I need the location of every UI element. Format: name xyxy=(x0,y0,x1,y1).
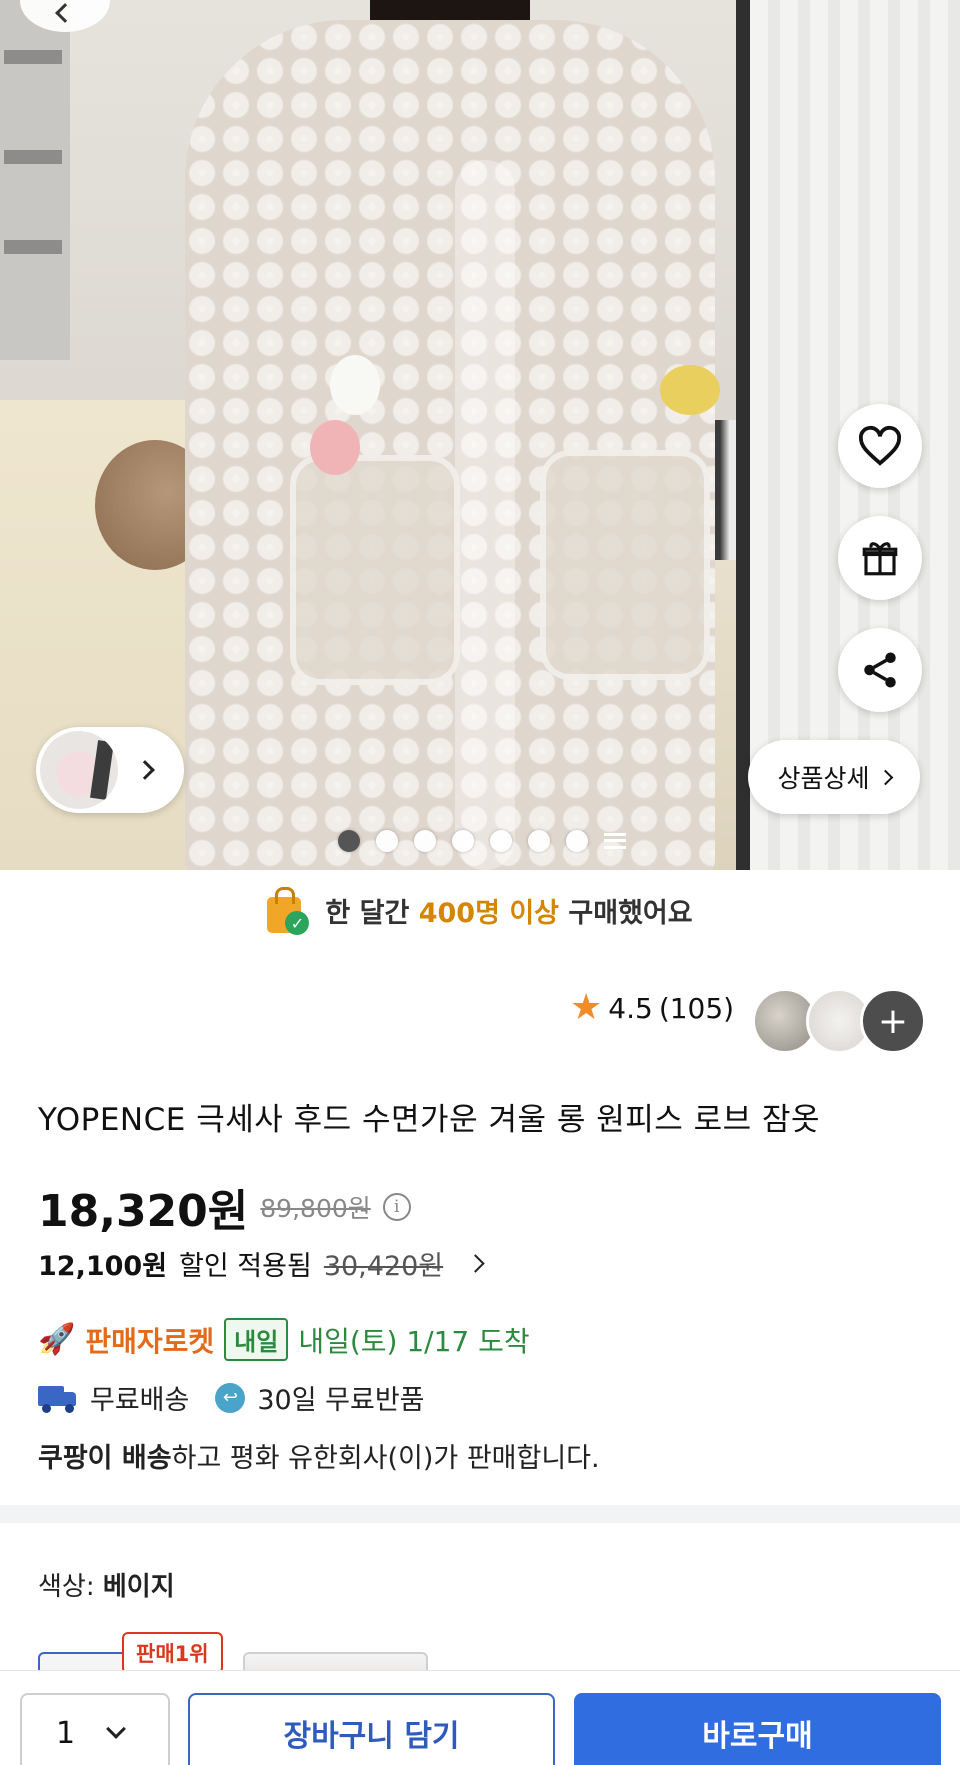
chevron-right-icon xyxy=(135,760,155,780)
banner-highlight: 400명 이상 xyxy=(418,897,559,929)
rating-summary[interactable]: ★ 4.5 (105) xyxy=(570,990,734,1026)
free-return-label: 30일 무료반품 xyxy=(257,1385,425,1416)
pagination-dot[interactable] xyxy=(452,830,474,852)
chevron-right-icon xyxy=(877,769,893,785)
wishlist-button[interactable] xyxy=(838,404,922,488)
rocket-icon: 🚀 xyxy=(38,1322,76,1357)
banner-prefix: 한 달간 xyxy=(325,897,410,929)
thumbnail-image xyxy=(40,731,118,809)
product-detail-label: 상품상세 xyxy=(777,764,870,793)
option-key: 색상: xyxy=(38,1572,95,1602)
arrival-date: 내일(토) 1/17 도착 xyxy=(298,1324,530,1358)
product-title: YOPENCE 극세사 후드 수면가운 겨울 롱 원피스 로브 잠옷 xyxy=(38,1102,821,1138)
original-price: 89,800원 xyxy=(260,1194,371,1223)
product-image-gallery[interactable]: 상품상세 xyxy=(0,0,960,870)
heart-icon xyxy=(858,425,902,466)
seller-rest: 하고 평화 유한회사(이)가 판매합니다. xyxy=(171,1443,600,1474)
bottom-action-bar: 1 장바구니 담기 바로구매 xyxy=(0,1670,960,1765)
share-button[interactable] xyxy=(838,628,922,712)
review-count: (105) xyxy=(658,991,735,1025)
banner-suffix: 구매했어요 xyxy=(568,897,693,929)
product-page: 상품상세 ✓ 한 달간 400명 이상 구매했어요 ★ 4.5 (105) + … xyxy=(0,0,960,1765)
purchase-count-banner: ✓ 한 달간 400명 이상 구매했어요 xyxy=(0,880,960,940)
star-icon: ★ xyxy=(570,987,603,1028)
best-seller-badge: 판매1위 xyxy=(122,1632,223,1674)
add-to-cart-button[interactable]: 장바구니 담기 xyxy=(188,1693,555,1765)
coupon-original-price: 30,420원 xyxy=(323,1251,444,1282)
shopping-bag-icon: ✓ xyxy=(267,887,311,935)
chevron-right-icon xyxy=(466,1254,485,1273)
gift-button[interactable] xyxy=(838,516,922,600)
pagination-dot[interactable] xyxy=(566,830,588,852)
product-photo xyxy=(185,20,715,870)
buy-now-button[interactable]: 바로구매 xyxy=(574,1693,941,1765)
seller-bold: 쿠팡이 배송 xyxy=(38,1443,172,1474)
image-thumbnail-button[interactable] xyxy=(36,727,184,813)
free-shipping-label: 무료배송 xyxy=(90,1385,190,1416)
tomorrow-badge: 내일 xyxy=(224,1318,289,1361)
chevron-left-icon xyxy=(55,3,75,23)
option-value: 베이지 xyxy=(102,1572,175,1602)
menu-icon[interactable] xyxy=(604,833,626,849)
pagination-dot[interactable] xyxy=(528,830,550,852)
pagination-dot[interactable] xyxy=(376,830,398,852)
chevron-down-icon xyxy=(106,1719,126,1739)
color-option-label: 색상: 베이지 xyxy=(38,1566,175,1603)
gallery-pagination[interactable] xyxy=(338,830,626,852)
review-photos[interactable]: + xyxy=(752,988,926,1054)
pagination-dot[interactable] xyxy=(490,830,512,852)
coupon-discount-row[interactable]: 12,100원 할인 적용됨 30,420원 xyxy=(38,1244,485,1283)
seller-info: 쿠팡이 배송하고 평화 유한회사(이)가 판매합니다. xyxy=(38,1436,600,1475)
pagination-dot[interactable] xyxy=(338,830,360,852)
more-photos-icon[interactable]: + xyxy=(860,988,926,1054)
rating-score: 4.5 xyxy=(608,991,653,1025)
share-icon xyxy=(864,652,896,688)
gift-icon xyxy=(862,542,898,576)
product-detail-button[interactable]: 상품상세 xyxy=(748,740,920,814)
quantity-select[interactable]: 1 xyxy=(20,1693,170,1765)
price-row: 18,320원 89,800원 i xyxy=(38,1175,411,1239)
quantity-value: 1 xyxy=(56,1715,76,1751)
current-price: 18,320원 xyxy=(38,1186,249,1237)
coupon-price: 12,100원 xyxy=(38,1251,168,1282)
info-icon[interactable]: i xyxy=(382,1193,411,1221)
shipping-row: 무료배송 ↩ 30일 무료반품 xyxy=(38,1378,425,1417)
delivery-row: 🚀 판매자로켓 내일 내일(토) 1/17 도착 xyxy=(38,1318,530,1361)
return-icon: ↩ xyxy=(215,1382,246,1413)
section-divider xyxy=(0,1505,960,1523)
truck-icon xyxy=(38,1384,78,1413)
pagination-dot[interactable] xyxy=(414,830,436,852)
rocket-label: 판매자로켓 xyxy=(85,1324,215,1358)
coupon-label: 할인 적용됨 xyxy=(179,1251,312,1282)
